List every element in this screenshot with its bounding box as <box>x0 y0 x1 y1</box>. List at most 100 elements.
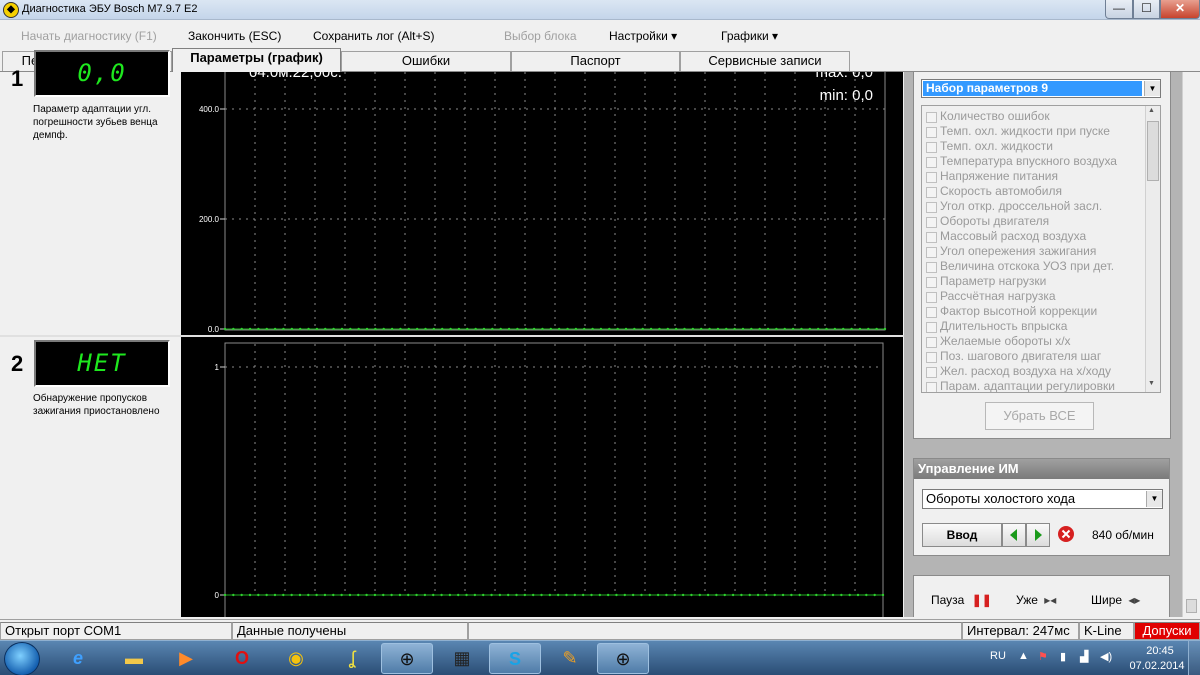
parameter-checkbox[interactable]: Желаемые обороты х/х <box>926 334 1071 349</box>
panel-scrollbar[interactable] <box>1182 72 1200 617</box>
list-scrollbar[interactable]: ▲ ▼ <box>1145 106 1160 392</box>
settings-menu[interactable]: Настройки ▾ <box>609 29 677 43</box>
data-point <box>598 593 602 597</box>
scroll-down-icon[interactable]: ▼ <box>1148 380 1155 387</box>
data-point <box>823 593 826 597</box>
parameter-checkbox[interactable]: Рассчётная нагрузка <box>926 289 1056 304</box>
graphs-menu[interactable]: Графики ▾ <box>721 29 778 43</box>
data-point <box>407 327 410 331</box>
data-point <box>240 327 243 331</box>
internet-explorer-icon[interactable]: e <box>52 643 104 674</box>
parameter-checkbox[interactable]: Напряжение питания <box>926 169 1058 184</box>
parameter-checkbox[interactable]: Поз. шагового двигателя шаг <box>926 349 1101 364</box>
scroll-thumb[interactable] <box>1186 599 1197 613</box>
parameter-checkbox[interactable]: Парам. адаптации регулировки <box>926 379 1115 392</box>
tab-passport[interactable]: Паспорт <box>511 51 680 71</box>
data-point <box>232 593 235 597</box>
parameter-checkbox[interactable]: Угол опережения зажигания <box>926 244 1096 259</box>
data-point <box>298 327 302 331</box>
finish-menu[interactable]: Закончить (ESC) <box>188 29 281 43</box>
clock-time[interactable]: 20:45 <box>1140 645 1180 657</box>
data-point <box>257 593 260 597</box>
data-point <box>883 327 887 331</box>
parameter-checkbox[interactable]: Массовый расход воздуха <box>926 229 1086 244</box>
data-point <box>465 593 468 597</box>
data-point <box>848 593 851 597</box>
show-desktop-button[interactable] <box>1188 641 1200 675</box>
parameter-checkbox[interactable]: Темп. охл. жидкости при пуске <box>926 124 1110 139</box>
wider-button[interactable]: Шире ◂▸ <box>1091 593 1140 607</box>
parameter-checkbox[interactable]: Жел. расход воздуха на х/ходу <box>926 364 1111 379</box>
data-point <box>850 327 853 331</box>
save-log-menu[interactable]: Сохранить лог (Alt+S) <box>313 29 435 43</box>
folder-icon[interactable]: ▬ <box>108 643 160 674</box>
data-point <box>815 593 818 597</box>
parameter-checkbox[interactable]: Темп. охл. жидкости <box>926 139 1053 154</box>
opera-icon[interactable]: O <box>216 643 268 674</box>
diagnostic-cable-icon[interactable]: ʆ <box>326 643 378 674</box>
parameter-checkbox[interactable]: Обороты двигателя <box>926 214 1049 229</box>
battery-icon[interactable]: ▮ <box>1060 650 1066 663</box>
parameter-checkbox[interactable]: Угол откр. дроссельной засл. <box>926 199 1102 214</box>
chevron-down-icon[interactable]: ▼ <box>1144 81 1160 96</box>
scroll-up-icon[interactable]: ▲ <box>1148 107 1155 114</box>
data-point <box>806 593 810 597</box>
clock-date[interactable]: 07.02.2014 <box>1127 660 1187 672</box>
parameter-checkbox[interactable]: Параметр нагрузки <box>926 274 1046 289</box>
param-description: Параметр адаптации угл. погрешности зубь… <box>33 104 158 141</box>
maximize-button[interactable]: ☐ <box>1133 0 1160 19</box>
stop-button[interactable] <box>1055 523 1079 547</box>
network-warning-icon[interactable]: ⚑ <box>1038 650 1048 663</box>
parameter-checkbox[interactable]: Длительность впрыска <box>926 319 1067 334</box>
language-indicator[interactable]: RU <box>990 650 1006 662</box>
data-point <box>641 327 644 331</box>
skype-icon[interactable]: S <box>489 643 541 674</box>
parameter-checkbox[interactable]: Количество ошибок <box>926 109 1050 124</box>
data-point <box>307 593 310 597</box>
tab-service-records[interactable]: Сервисные записи <box>680 51 850 71</box>
increase-button[interactable] <box>1026 523 1050 547</box>
parameter-checkbox[interactable]: Фактор высотной коррекции <box>926 304 1097 319</box>
data-point <box>556 593 560 597</box>
data-point <box>831 593 835 597</box>
grid <box>225 72 885 330</box>
close-button[interactable]: ✕ <box>1160 0 1200 19</box>
paint-icon[interactable]: ✎ <box>544 643 596 674</box>
parameter-checkbox[interactable]: Температура впускного воздуха <box>926 154 1117 169</box>
arrow-left-icon <box>1010 529 1017 541</box>
data-point <box>265 327 268 331</box>
diagnostics-app-icon[interactable]: ⊕ <box>381 643 433 674</box>
parameter-set-select[interactable]: Набор параметров 9 ▼ <box>921 79 1161 98</box>
remove-all-button[interactable]: Убрать ВСЕ <box>985 402 1094 430</box>
select-block-menu[interactable]: Выбор блока <box>504 29 577 43</box>
start-diagnostics-menu[interactable]: Начать диагностику (F1) <box>21 29 157 43</box>
chevron-down-icon[interactable]: ▼ <box>1146 491 1162 507</box>
data-point <box>715 593 718 597</box>
parameter-checkbox[interactable]: Величина отскока УОЗ при дет. <box>926 259 1114 274</box>
tab-errors[interactable]: Ошибки <box>341 51 511 71</box>
start-button[interactable] <box>4 642 40 675</box>
tab-bar: Переменные (список) Параметры (график) О… <box>0 48 1200 72</box>
data-point <box>448 593 452 597</box>
signal-icon[interactable]: ▟ <box>1080 650 1088 663</box>
enter-button[interactable]: Ввод <box>922 523 1002 547</box>
parameter-checkbox[interactable]: Скорость автомобиля <box>926 184 1062 199</box>
tab-parameters-graph[interactable]: Параметры (график) <box>172 48 341 72</box>
volume-icon[interactable]: ◀) <box>1100 650 1112 663</box>
data-point <box>790 593 793 597</box>
decrease-button[interactable] <box>1002 523 1026 547</box>
data-point <box>382 593 385 597</box>
chevron-up-icon[interactable]: ▲ <box>1018 650 1029 662</box>
data-point <box>273 593 277 597</box>
pause-button[interactable]: Пауза ❚❚ <box>931 593 992 607</box>
diagnostics-app-2-icon[interactable]: ⊕ <box>597 643 649 674</box>
narrower-button[interactable]: Уже ▸◂ <box>1016 593 1056 607</box>
chrome-icon[interactable]: ◉ <box>270 643 322 674</box>
data-point <box>856 593 860 597</box>
actuator-select[interactable]: Обороты холостого хода ▼ <box>922 489 1163 509</box>
media-player-icon[interactable]: ▶ <box>160 643 212 674</box>
chip-icon[interactable]: ▦ <box>436 643 488 674</box>
scroll-thumb[interactable] <box>1147 121 1159 181</box>
status-data: Данные получены <box>232 622 468 640</box>
minimize-button[interactable]: — <box>1105 0 1133 19</box>
